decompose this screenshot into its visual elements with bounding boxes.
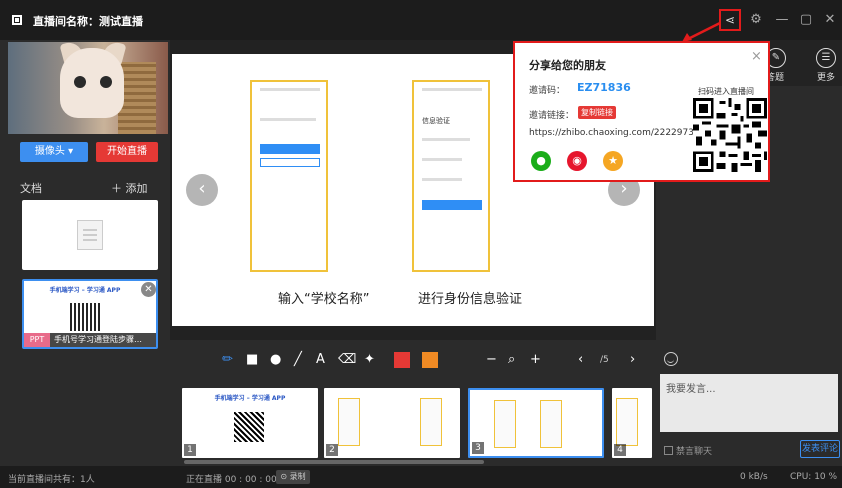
slide-thumb[interactable]: 2 bbox=[324, 388, 460, 458]
add-doc-button[interactable]: ＋ 添加 bbox=[111, 180, 148, 196]
document-icon bbox=[77, 220, 103, 250]
popup-title: 分享给您的朋友 bbox=[529, 59, 606, 72]
window-title: 直播间名称：测试直播 bbox=[33, 15, 143, 28]
line-tool-icon[interactable]: ╱ bbox=[294, 352, 302, 368]
copy-link-button[interactable]: 复制链接 bbox=[578, 106, 616, 119]
invite-url: https://zhibo.chaoxing.com/2222973 bbox=[529, 128, 694, 138]
scan-label: 扫码进入直播间 bbox=[698, 87, 754, 96]
doc-name: 手机号学习通登陆步骤… bbox=[54, 335, 142, 344]
minimize-button[interactable]: — bbox=[772, 10, 792, 30]
slide-thumb[interactable]: 手机端学习 – 学习通 APP 1 bbox=[182, 388, 318, 458]
prev-slide-arrow[interactable]: ‹ bbox=[186, 174, 218, 206]
share-popup: 分享给您的朋友 × 邀请码： EZ71836 邀请链接： 复制链接 https:… bbox=[513, 41, 770, 182]
clear-tool-icon[interactable]: ✦ bbox=[364, 352, 375, 368]
text-tool-icon[interactable]: A bbox=[316, 352, 325, 368]
cpu-usage: CPU: 10 % bbox=[790, 472, 838, 482]
qr-code-thumb bbox=[70, 303, 100, 331]
thumb-scrollbar[interactable] bbox=[184, 460, 484, 464]
app-icon bbox=[12, 15, 22, 25]
doc-item-ppt[interactable]: 手机端学习 – 学习通 APP ✕ PPT 手机号学习通登陆步骤… bbox=[22, 279, 158, 349]
send-comment-button[interactable]: 发表评论 bbox=[800, 440, 840, 458]
qr-code-thumb bbox=[234, 412, 264, 442]
chat-input[interactable]: 我要发言... bbox=[660, 374, 838, 432]
slide-thumbnails: 手机端学习 – 学习通 APP 1 2 3 4 bbox=[170, 380, 656, 466]
doc-thumb-title: 手机端学习 – 学习通 APP bbox=[49, 287, 121, 294]
color-swatch-red[interactable] bbox=[394, 352, 410, 368]
phone-title: 信息验证 bbox=[422, 117, 450, 125]
zoom-in-button[interactable]: + bbox=[530, 352, 541, 368]
slide-thumb[interactable]: 4 bbox=[612, 388, 652, 458]
pen-tool-icon[interactable]: ✏ bbox=[222, 352, 233, 368]
slide-caption-right: 进行身份信息验证 bbox=[418, 292, 523, 307]
eraser-icon[interactable]: ⌫ bbox=[338, 352, 356, 368]
online-count: 当前直播间共有：1人 bbox=[8, 475, 95, 485]
more-label[interactable]: 更多 bbox=[817, 70, 835, 83]
prev-page-button[interactable]: ‹ bbox=[578, 352, 583, 368]
wechat-icon[interactable]: ● bbox=[531, 151, 551, 171]
gear-icon[interactable]: ⚙ bbox=[746, 10, 766, 30]
page-indicator: /5 bbox=[600, 355, 609, 365]
qzone-icon[interactable]: ★ bbox=[603, 151, 623, 171]
left-panel: 摄像头 ▾ 开始直播 文档 ＋ 添加 手机端学习 – 学习通 APP ✕ PPT… bbox=[0, 40, 170, 466]
rect-tool-icon[interactable]: ■ bbox=[246, 352, 258, 368]
close-icon[interactable]: ✕ bbox=[141, 282, 156, 297]
ppt-badge: PPT bbox=[24, 333, 50, 347]
qr-code bbox=[693, 98, 767, 172]
next-page-button[interactable]: › bbox=[630, 352, 635, 368]
status-bar: 当前直播间共有：1人 正在直播 00 : 00 : 00 ⊙ 录制 0 kB/s… bbox=[0, 466, 842, 488]
record-button[interactable]: ⊙ 录制 bbox=[276, 470, 310, 484]
start-live-button[interactable]: 开始直播 bbox=[96, 142, 158, 162]
live-timer: 正在直播 00 : 00 : 00 bbox=[186, 475, 277, 485]
slide-thumb-active[interactable]: 3 bbox=[468, 388, 604, 458]
maximize-button[interactable]: ▢ bbox=[796, 10, 816, 30]
close-button[interactable]: ✕ bbox=[820, 10, 840, 30]
checkbox-icon[interactable] bbox=[664, 446, 673, 455]
slide-caption-left: 输入“学校名称” bbox=[278, 292, 370, 307]
color-swatch-orange[interactable] bbox=[422, 352, 438, 368]
camera-preview bbox=[8, 42, 168, 134]
circle-tool-icon[interactable]: ● bbox=[270, 352, 281, 368]
search-icon[interactable]: ⌕ bbox=[508, 352, 515, 368]
camera-select-button[interactable]: 摄像头 ▾ bbox=[20, 142, 88, 162]
network-speed: 0 kB/s bbox=[740, 472, 768, 482]
phone-mockup-right: 信息验证 bbox=[412, 80, 490, 272]
invite-code: EZ71836 bbox=[577, 81, 631, 94]
doc-item-blank[interactable] bbox=[22, 200, 158, 270]
phone-mockup-left bbox=[250, 80, 328, 272]
weibo-icon[interactable]: ◉ bbox=[567, 151, 587, 171]
invite-code-label: 邀请码： bbox=[529, 86, 566, 96]
menu-icon[interactable]: ☰ bbox=[816, 48, 836, 68]
close-icon[interactable]: × bbox=[751, 49, 762, 64]
emoji-icon[interactable] bbox=[664, 352, 678, 366]
zoom-out-button[interactable]: − bbox=[486, 352, 497, 368]
mute-checkbox[interactable]: 禁言聊天 bbox=[664, 444, 712, 457]
docs-label: 文档 bbox=[20, 182, 42, 195]
invite-link-label: 邀请链接： bbox=[529, 111, 575, 121]
drawing-toolbar: ✏ ■ ● ╱ A ⌫ ✦ − ⌕ + ‹ /5 › bbox=[170, 340, 656, 380]
